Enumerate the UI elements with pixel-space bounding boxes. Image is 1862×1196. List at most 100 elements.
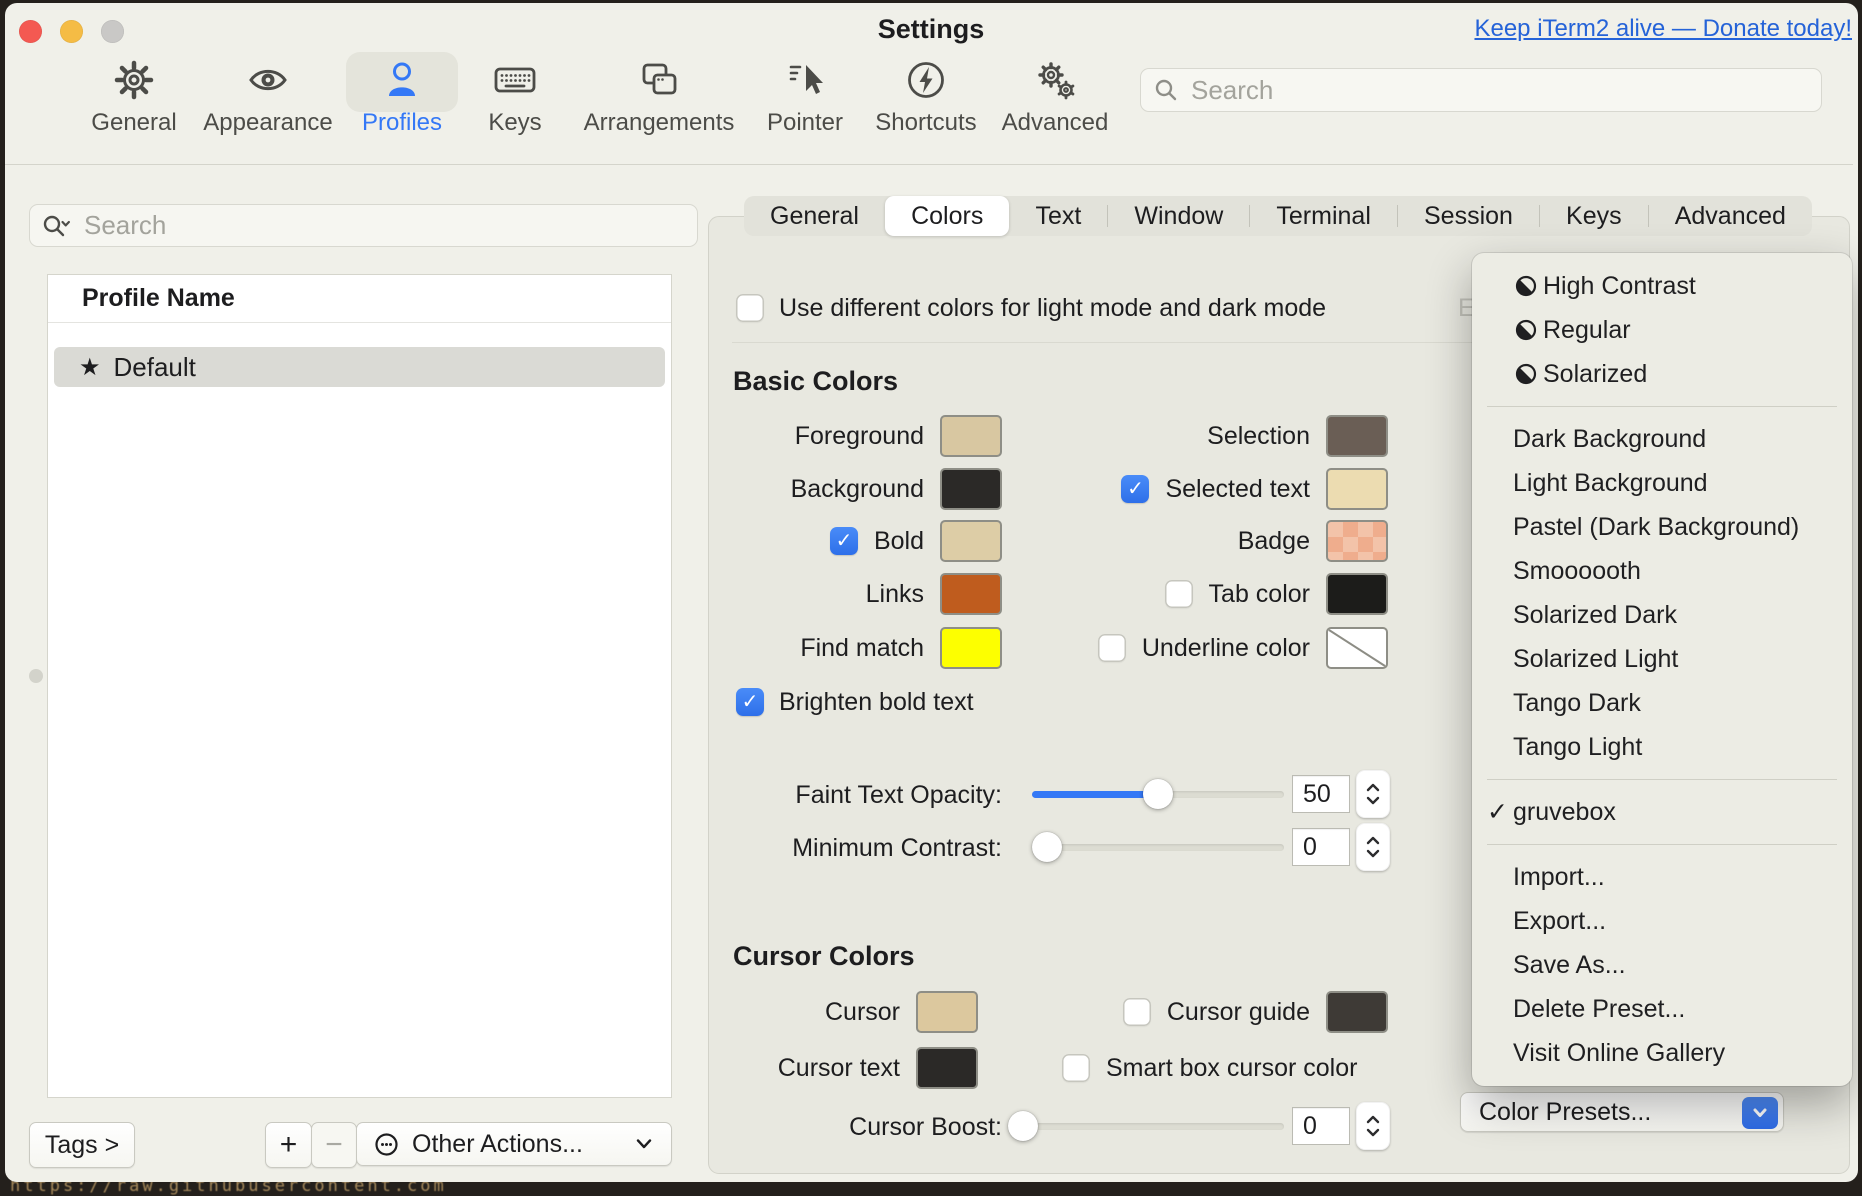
menu-item-dark-background[interactable]: Dark Background [1472,417,1852,461]
cursor-guide-row: Cursor guide [1123,990,1388,1034]
faint-opacity-stepper[interactable] [1356,770,1390,818]
tab-text[interactable]: Text [1009,196,1107,236]
remove-profile-button[interactable]: − [311,1122,357,1168]
toolbar-item-advanced[interactable]: Advanced [985,58,1125,137]
badge-color-well[interactable] [1326,520,1388,562]
stepper-down-icon [1364,1127,1382,1139]
minimum-contrast-stepper[interactable] [1356,823,1390,871]
color-presets-button[interactable]: Color Presets... [1460,1092,1784,1132]
faint-opacity-slider[interactable] [1032,779,1284,809]
selected-text-checkbox[interactable]: ✓ [1121,475,1149,503]
menu-item-delete-preset[interactable]: Delete Preset... [1472,987,1852,1031]
menu-item-save-as[interactable]: Save As... [1472,943,1852,987]
bold-checkbox[interactable]: ✓ [830,527,858,555]
stepper-up-icon [1364,781,1382,793]
light-dark-mode-checkbox[interactable] [736,294,764,322]
menu-item-light-background[interactable]: Light Background [1472,461,1852,505]
cursor-text-row: Cursor text [778,1046,978,1090]
slider-fill [1032,791,1158,798]
faint-opacity-label: Faint Text Opacity: [795,781,1002,810]
minimum-contrast-slider-knob[interactable] [1032,832,1062,862]
search-menu-icon [42,213,72,239]
other-actions-button[interactable]: Other Actions... [356,1122,672,1166]
menu-item-solarized-light[interactable]: Solarized Light [1472,637,1852,681]
cursor-color-well[interactable] [916,991,978,1033]
menu-item-tango-dark[interactable]: Tango Dark [1472,681,1852,725]
menu-item-smoooooth[interactable]: Smoooooth [1472,549,1852,593]
checkmark-icon: ✓ [836,531,853,551]
minimum-contrast-label: Minimum Contrast: [792,834,1002,863]
tab-color-row: Tab color [1165,572,1388,616]
toolbar-search-input[interactable] [1189,74,1809,107]
tab-colors[interactable]: Colors [885,196,1009,236]
cursor-boost-label: Cursor Boost: [849,1113,1002,1142]
menu-item-visit-online-gallery[interactable]: Visit Online Gallery [1472,1031,1852,1075]
cursor-guide-checkbox[interactable] [1123,998,1151,1026]
menu-item-import[interactable]: Import... [1472,855,1852,899]
toolbar-search-field[interactable] [1140,68,1822,112]
menu-item-gruvebox[interactable]: ✓ gruvebox [1472,790,1852,834]
menu-item-regular[interactable]: Regular [1472,308,1852,352]
keyboard-icon [493,58,537,102]
profile-search-field[interactable] [29,204,698,247]
minimum-contrast-value[interactable]: 0 [1292,828,1350,866]
color-presets-menu: High Contrast Regular Solarized Dark Bac… [1472,253,1852,1086]
menu-item-export[interactable]: Export... [1472,899,1852,943]
brighten-bold-checkbox[interactable]: ✓ [736,688,764,716]
toolbar-item-arrangements[interactable]: Arrangements [589,58,729,137]
menu-item-tango-light[interactable]: Tango Light [1472,725,1852,769]
donate-link[interactable]: Keep iTerm2 alive — Donate today! [1474,15,1852,43]
cursor-arrow-icon [783,58,827,102]
tab-keys[interactable]: Keys [1540,196,1648,236]
toolbar-item-general[interactable]: General [64,58,204,137]
slider-track[interactable] [1008,1123,1284,1130]
foreground-row: Foreground [795,414,1002,458]
toolbar-item-appearance[interactable]: Appearance [198,58,338,137]
cursor-text-color-well[interactable] [916,1047,978,1089]
profile-row-default[interactable]: ★ Default [54,347,665,387]
toolbar-item-pointer[interactable]: Pointer [735,58,875,137]
underline-color-checkbox[interactable] [1098,634,1126,662]
minus-icon: − [325,1128,343,1162]
tab-color-checkbox[interactable] [1165,580,1193,608]
tab-advanced[interactable]: Advanced [1649,196,1812,236]
cursor-guide-color-well[interactable] [1326,991,1388,1033]
cursor-boost-slider-knob[interactable] [1008,1111,1038,1141]
slider-track[interactable] [1032,844,1284,851]
cursor-boost-value[interactable]: 0 [1292,1107,1350,1145]
tab-session[interactable]: Session [1398,196,1539,236]
faint-opacity-slider-knob[interactable] [1143,779,1173,809]
faint-opacity-value[interactable]: 50 [1292,775,1350,813]
tab-general[interactable]: General [744,196,885,236]
background-color-well[interactable] [940,468,1002,510]
selected-text-color-well[interactable] [1326,468,1388,510]
checkmark-icon: ✓ [1487,797,1513,827]
tags-button[interactable]: Tags > [29,1122,135,1168]
minimum-contrast-slider[interactable] [1032,832,1284,862]
menu-item-pastel-dark-background[interactable]: Pastel (Dark Background) [1472,505,1852,549]
tab-window[interactable]: Window [1108,196,1249,236]
find-match-color-well[interactable] [940,627,1002,669]
foreground-color-well[interactable] [940,415,1002,457]
cursor-boost-slider[interactable] [1008,1111,1284,1141]
smart-box-row: Smart box cursor color [1062,1046,1357,1090]
tab-color-well[interactable] [1326,573,1388,615]
stepper-up-icon [1364,834,1382,846]
toolbar-item-shortcuts[interactable]: Shortcuts [856,58,996,137]
smart-box-checkbox[interactable] [1062,1054,1090,1082]
selection-color-well[interactable] [1326,415,1388,457]
menu-item-high-contrast[interactable]: High Contrast [1472,264,1852,308]
underline-color-well[interactable] [1326,627,1388,669]
toolbar-item-keys[interactable]: Keys [445,58,585,137]
tab-terminal[interactable]: Terminal [1250,196,1397,236]
add-profile-button[interactable]: + [265,1122,312,1168]
person-icon [380,58,424,102]
menu-item-solarized-dark[interactable]: Solarized Dark [1472,593,1852,637]
bold-color-well[interactable] [940,520,1002,562]
links-color-well[interactable] [940,573,1002,615]
cursor-boost-stepper[interactable] [1356,1102,1390,1150]
chevron-down-icon[interactable] [1742,1097,1778,1129]
splitter-handle-dot[interactable] [29,669,43,683]
profile-search-input[interactable] [82,209,685,242]
menu-item-solarized[interactable]: Solarized [1472,352,1852,396]
